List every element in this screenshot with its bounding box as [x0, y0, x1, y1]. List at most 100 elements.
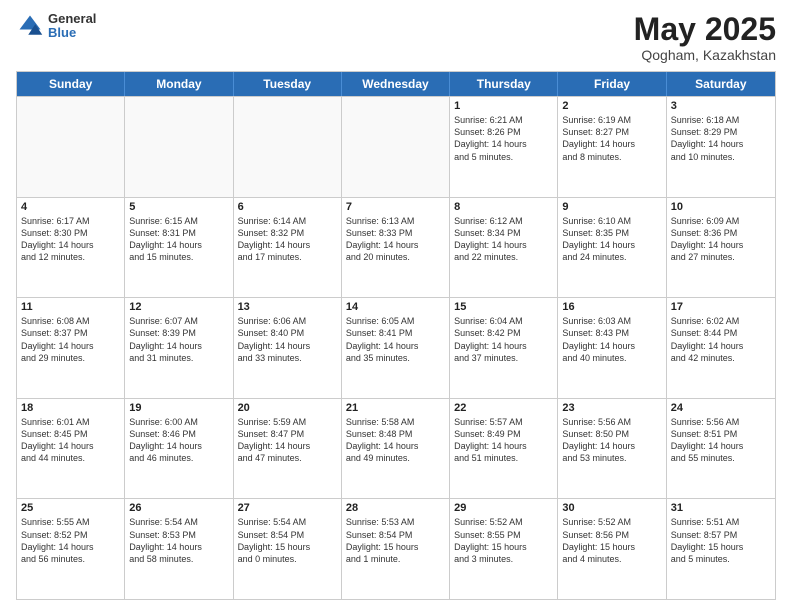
calendar-cell: 19 Sunrise: 6:00 AM Sunset: 8:46 PM Dayli…	[125, 399, 233, 499]
calendar-cell: 11 Sunrise: 6:08 AM Sunset: 8:37 PM Dayli…	[17, 298, 125, 398]
calendar-cell: 6 Sunrise: 6:14 AM Sunset: 8:32 PM Daylig…	[234, 198, 342, 298]
day-detail: Sunrise: 6:19 AM Sunset: 8:27 PM Dayligh…	[562, 114, 661, 163]
logo-text: General Blue	[48, 12, 96, 41]
calendar-cell: 10 Sunrise: 6:09 AM Sunset: 8:36 PM Dayli…	[667, 198, 775, 298]
day-number: 26	[129, 502, 228, 514]
calendar-cell: 9Sunrise: 6:10 AM Sunset: 8:35 PM Daylig…	[558, 198, 666, 298]
day-detail: Sunrise: 6:06 AM Sunset: 8:40 PM Dayligh…	[238, 315, 337, 364]
calendar-cell: 1Sunrise: 6:21 AM Sunset: 8:26 PM Daylig…	[450, 97, 558, 197]
calendar-body: 1Sunrise: 6:21 AM Sunset: 8:26 PM Daylig…	[17, 96, 775, 599]
logo-blue-text: Blue	[48, 26, 96, 40]
day-detail: Sunrise: 6:18 AM Sunset: 8:29 PM Dayligh…	[671, 114, 771, 163]
calendar-cell: 5 Sunrise: 6:15 AM Sunset: 8:31 PM Daylig…	[125, 198, 233, 298]
calendar-cell: 13 Sunrise: 6:06 AM Sunset: 8:40 PM Dayli…	[234, 298, 342, 398]
calendar-row-0: 1Sunrise: 6:21 AM Sunset: 8:26 PM Daylig…	[17, 96, 775, 197]
day-number: 12	[129, 301, 228, 313]
day-detail: Sunrise: 6:02 AM Sunset: 8:44 PM Dayligh…	[671, 315, 771, 364]
calendar-cell: 21Sunrise: 5:58 AM Sunset: 8:48 PM Dayli…	[342, 399, 450, 499]
day-number: 28	[346, 502, 445, 514]
day-detail: Sunrise: 6:07 AM Sunset: 8:39 PM Dayligh…	[129, 315, 228, 364]
calendar-cell: 3 Sunrise: 6:18 AM Sunset: 8:29 PM Daylig…	[667, 97, 775, 197]
day-number: 30	[562, 502, 661, 514]
day-detail: Sunrise: 5:53 AM Sunset: 8:54 PM Dayligh…	[346, 516, 445, 565]
calendar-cell: 15 Sunrise: 6:04 AM Sunset: 8:42 PM Dayli…	[450, 298, 558, 398]
header-day-thursday: Thursday	[450, 72, 558, 96]
day-number: 27	[238, 502, 337, 514]
calendar-cell	[234, 97, 342, 197]
calendar-cell: 25 Sunrise: 5:55 AM Sunset: 8:52 PM Dayli…	[17, 499, 125, 599]
day-number: 19	[129, 402, 228, 414]
day-detail: Sunrise: 5:56 AM Sunset: 8:50 PM Dayligh…	[562, 416, 661, 465]
calendar-cell: 24Sunrise: 5:56 AM Sunset: 8:51 PM Dayli…	[667, 399, 775, 499]
day-number: 2	[562, 100, 661, 112]
day-detail: Sunrise: 6:03 AM Sunset: 8:43 PM Dayligh…	[562, 315, 661, 364]
day-number: 22	[454, 402, 553, 414]
calendar-cell: 4 Sunrise: 6:17 AM Sunset: 8:30 PM Daylig…	[17, 198, 125, 298]
logo-general-text: General	[48, 12, 96, 26]
day-number: 3	[671, 100, 771, 112]
day-detail: Sunrise: 6:05 AM Sunset: 8:41 PM Dayligh…	[346, 315, 445, 364]
calendar-row-4: 25 Sunrise: 5:55 AM Sunset: 8:52 PM Dayli…	[17, 498, 775, 599]
calendar-cell: 7 Sunrise: 6:13 AM Sunset: 8:33 PM Daylig…	[342, 198, 450, 298]
header-day-tuesday: Tuesday	[234, 72, 342, 96]
day-detail: Sunrise: 6:15 AM Sunset: 8:31 PM Dayligh…	[129, 215, 228, 264]
calendar-cell: 30Sunrise: 5:52 AM Sunset: 8:56 PM Dayli…	[558, 499, 666, 599]
day-detail: Sunrise: 6:00 AM Sunset: 8:46 PM Dayligh…	[129, 416, 228, 465]
day-number: 7	[346, 201, 445, 213]
day-detail: Sunrise: 5:54 AM Sunset: 8:54 PM Dayligh…	[238, 516, 337, 565]
calendar-cell: 31Sunrise: 5:51 AM Sunset: 8:57 PM Dayli…	[667, 499, 775, 599]
day-detail: Sunrise: 6:13 AM Sunset: 8:33 PM Dayligh…	[346, 215, 445, 264]
calendar-cell: 20Sunrise: 5:59 AM Sunset: 8:47 PM Dayli…	[234, 399, 342, 499]
day-number: 14	[346, 301, 445, 313]
calendar-cell: 28 Sunrise: 5:53 AM Sunset: 8:54 PM Dayli…	[342, 499, 450, 599]
day-detail: Sunrise: 6:14 AM Sunset: 8:32 PM Dayligh…	[238, 215, 337, 264]
day-detail: Sunrise: 6:04 AM Sunset: 8:42 PM Dayligh…	[454, 315, 553, 364]
calendar-cell: 17 Sunrise: 6:02 AM Sunset: 8:44 PM Dayli…	[667, 298, 775, 398]
calendar-cell	[17, 97, 125, 197]
day-number: 23	[562, 402, 661, 414]
day-detail: Sunrise: 5:57 AM Sunset: 8:49 PM Dayligh…	[454, 416, 553, 465]
day-detail: Sunrise: 6:12 AM Sunset: 8:34 PM Dayligh…	[454, 215, 553, 264]
day-detail: Sunrise: 6:09 AM Sunset: 8:36 PM Dayligh…	[671, 215, 771, 264]
day-detail: Sunrise: 6:08 AM Sunset: 8:37 PM Dayligh…	[21, 315, 120, 364]
calendar-cell: 23 Sunrise: 5:56 AM Sunset: 8:50 PM Dayli…	[558, 399, 666, 499]
day-number: 29	[454, 502, 553, 514]
calendar-header: SundayMondayTuesdayWednesdayThursdayFrid…	[17, 72, 775, 96]
day-number: 17	[671, 301, 771, 313]
day-number: 25	[21, 502, 120, 514]
header: General Blue May 2025 Qogham, Kazakhstan	[16, 12, 776, 63]
day-number: 11	[21, 301, 120, 313]
title-location: Qogham, Kazakhstan	[634, 47, 776, 63]
calendar-row-3: 18Sunrise: 6:01 AM Sunset: 8:45 PM Dayli…	[17, 398, 775, 499]
day-number: 1	[454, 100, 553, 112]
day-detail: Sunrise: 6:17 AM Sunset: 8:30 PM Dayligh…	[21, 215, 120, 264]
day-number: 6	[238, 201, 337, 213]
day-number: 13	[238, 301, 337, 313]
day-number: 9	[562, 201, 661, 213]
day-number: 10	[671, 201, 771, 213]
calendar-cell: 27 Sunrise: 5:54 AM Sunset: 8:54 PM Dayli…	[234, 499, 342, 599]
day-number: 4	[21, 201, 120, 213]
day-number: 8	[454, 201, 553, 213]
day-number: 5	[129, 201, 228, 213]
calendar-cell: 2 Sunrise: 6:19 AM Sunset: 8:27 PM Daylig…	[558, 97, 666, 197]
logo-icon	[16, 12, 44, 40]
header-day-wednesday: Wednesday	[342, 72, 450, 96]
calendar-cell: 29Sunrise: 5:52 AM Sunset: 8:55 PM Dayli…	[450, 499, 558, 599]
calendar-cell: 8 Sunrise: 6:12 AM Sunset: 8:34 PM Daylig…	[450, 198, 558, 298]
header-day-monday: Monday	[125, 72, 233, 96]
header-day-friday: Friday	[558, 72, 666, 96]
title-block: May 2025 Qogham, Kazakhstan	[634, 12, 776, 63]
header-day-sunday: Sunday	[17, 72, 125, 96]
calendar-row-1: 4 Sunrise: 6:17 AM Sunset: 8:30 PM Daylig…	[17, 197, 775, 298]
calendar-cell: 16 Sunrise: 6:03 AM Sunset: 8:43 PM Dayli…	[558, 298, 666, 398]
day-detail: Sunrise: 5:55 AM Sunset: 8:52 PM Dayligh…	[21, 516, 120, 565]
day-number: 31	[671, 502, 771, 514]
calendar-row-2: 11 Sunrise: 6:08 AM Sunset: 8:37 PM Dayli…	[17, 297, 775, 398]
day-number: 15	[454, 301, 553, 313]
day-number: 20	[238, 402, 337, 414]
calendar-cell: 12 Sunrise: 6:07 AM Sunset: 8:39 PM Dayli…	[125, 298, 233, 398]
calendar-cell	[125, 97, 233, 197]
day-number: 16	[562, 301, 661, 313]
calendar-cell	[342, 97, 450, 197]
